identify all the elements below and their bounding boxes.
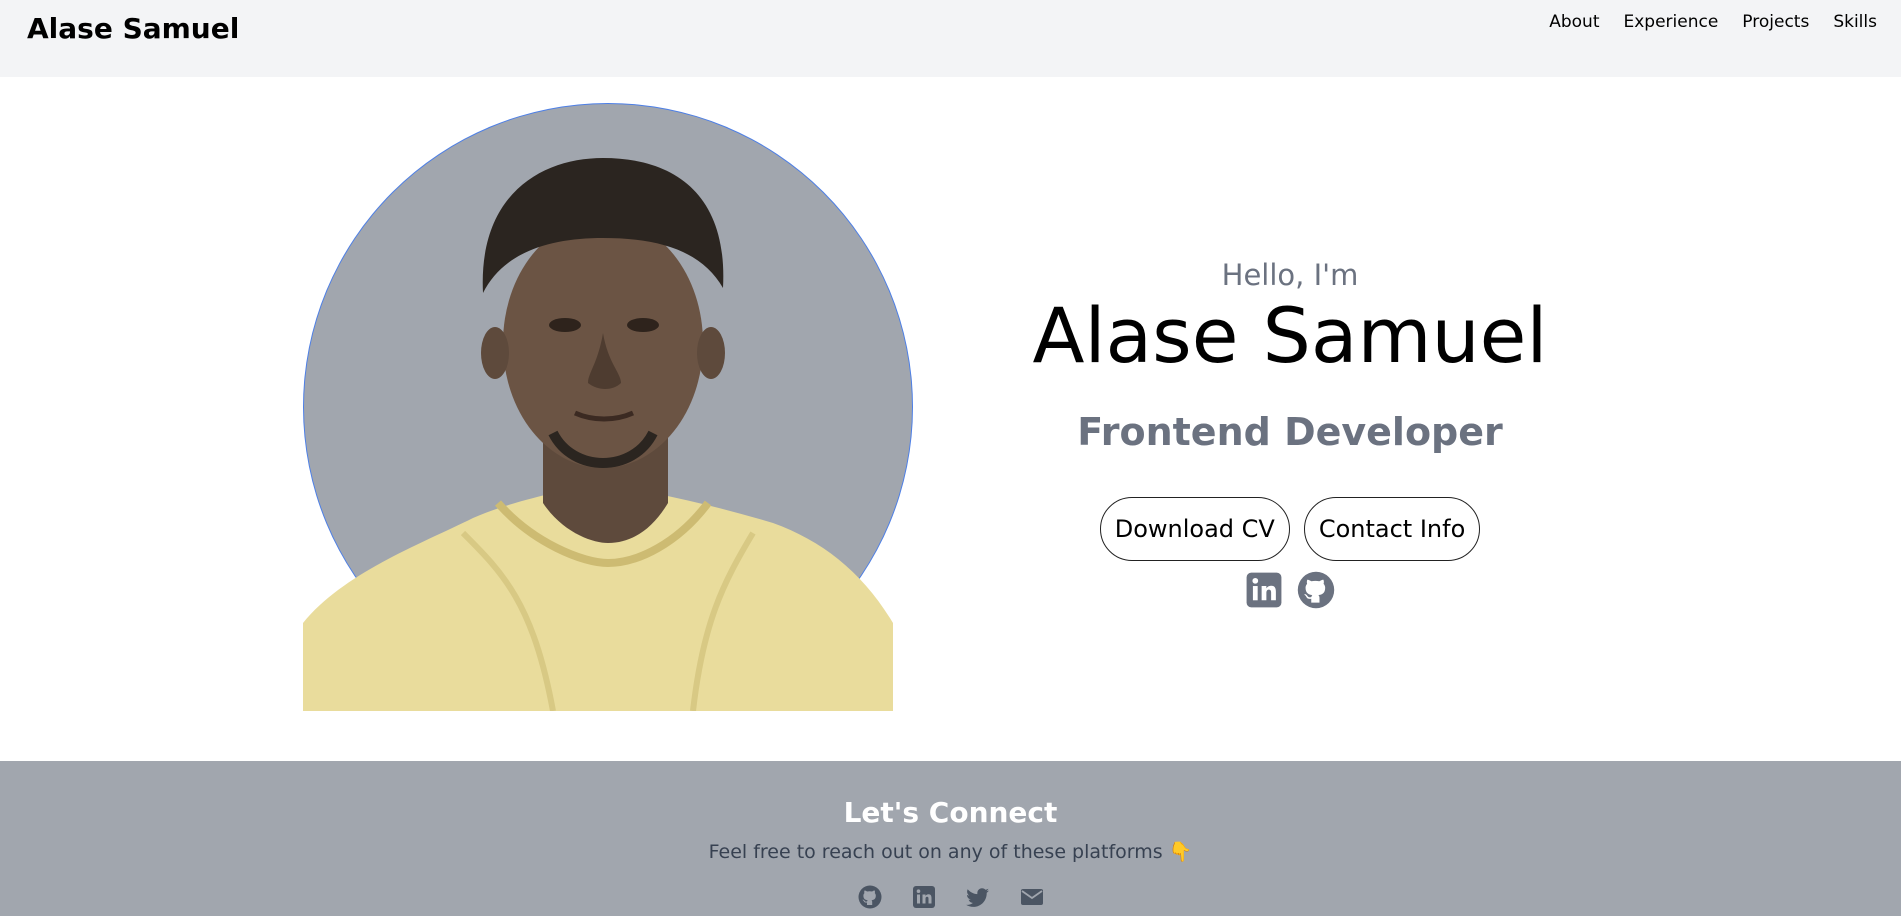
- profile-picture-illustration: [303, 158, 893, 711]
- profile-picture: [303, 103, 913, 711]
- role-title: Frontend Developer: [1077, 410, 1503, 454]
- nav-link-experience[interactable]: Experience: [1623, 10, 1718, 34]
- navbar: Alase Samuel About Experience Projects S…: [0, 0, 1901, 77]
- github-icon[interactable]: [858, 885, 882, 909]
- download-cv-button[interactable]: Download CV: [1099, 497, 1290, 561]
- twitter-icon[interactable]: [965, 885, 990, 909]
- nav-links: About Experience Projects Skills: [1549, 10, 1877, 34]
- contact-info-button[interactable]: Contact Info: [1303, 497, 1481, 561]
- brand-logo[interactable]: Alase Samuel: [27, 9, 239, 49]
- linkedin-icon[interactable]: [912, 885, 936, 909]
- hero-section: Hello, I'm Alase Samuel Frontend Develop…: [0, 77, 1901, 761]
- footer-title: Let's Connect: [843, 796, 1058, 829]
- hero-name: Alase Samuel: [1032, 291, 1548, 380]
- nav-link-skills[interactable]: Skills: [1833, 10, 1877, 34]
- linkedin-icon[interactable]: [1245, 571, 1283, 609]
- nav-link-projects[interactable]: Projects: [1742, 10, 1809, 34]
- email-icon[interactable]: [1020, 885, 1044, 909]
- intro-block: Hello, I'm Alase Samuel Frontend Develop…: [1020, 257, 1560, 609]
- greeting-text: Hello, I'm: [1221, 258, 1359, 292]
- footer-social-links: [0, 885, 1901, 909]
- footer-subtitle: Feel free to reach out on any of these p…: [708, 841, 1193, 863]
- nav-link-about[interactable]: About: [1549, 10, 1599, 34]
- github-icon[interactable]: [1297, 571, 1335, 609]
- footer: Let's Connect Feel free to reach out on …: [0, 761, 1901, 916]
- hero-social-links: [1020, 571, 1560, 609]
- hero-buttons: Download CV Contact Info: [1020, 497, 1560, 561]
